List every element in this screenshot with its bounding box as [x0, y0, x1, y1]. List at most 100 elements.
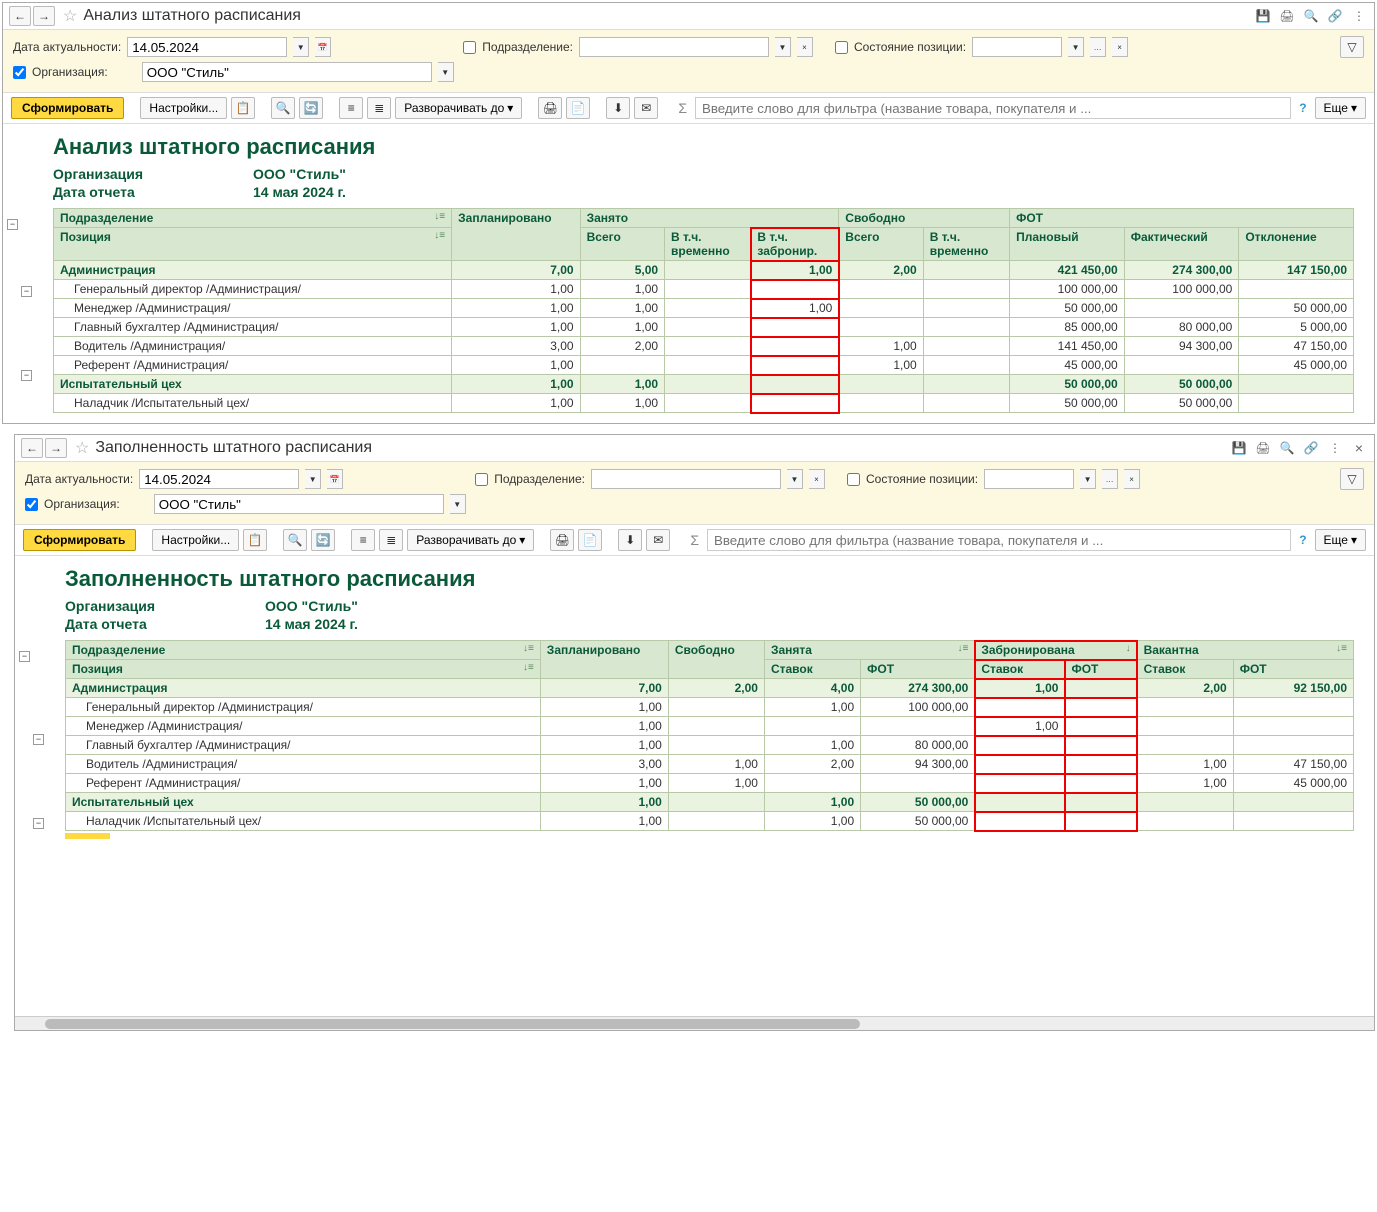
status-input[interactable]	[984, 469, 1074, 489]
outline-collapse-icon[interactable]: −	[7, 219, 18, 230]
table-row[interactable]: Референт /Администрация/1,001,0045 000,0…	[54, 356, 1354, 375]
table-row[interactable]: Референт /Администрация/1,001,001,0045 0…	[66, 774, 1354, 793]
col-position[interactable]: Позиция ↓≡	[66, 660, 541, 679]
save-icon[interactable]: 💾	[1230, 439, 1248, 457]
dept-checkbox[interactable]	[463, 41, 476, 54]
outline-collapse-icon[interactable]: −	[19, 651, 30, 662]
org-dropdown-icon[interactable]: ▼	[450, 494, 466, 514]
status-clear-icon[interactable]: ×	[1124, 469, 1140, 489]
status-dropdown-icon[interactable]: ▼	[1068, 37, 1084, 57]
col-busy[interactable]: Занято	[580, 209, 839, 228]
horizontal-scrollbar[interactable]	[15, 1016, 1374, 1030]
copy-settings-icon[interactable]: 📋	[231, 97, 255, 119]
outline-collapse-icon[interactable]: −	[33, 734, 44, 745]
table-row[interactable]: Генеральный директор /Администрация/1,00…	[54, 280, 1354, 299]
search-input[interactable]	[707, 529, 1291, 551]
expand-icon[interactable]: ≣	[367, 97, 391, 119]
outline-collapse-icon[interactable]: −	[21, 370, 32, 381]
expand-icon[interactable]: ≣	[379, 529, 403, 551]
dept-checkbox[interactable]	[475, 473, 488, 486]
preview-icon[interactable]: 🔍	[1302, 7, 1320, 25]
menu-icon[interactable]: ⋮	[1350, 7, 1368, 25]
col-vacant[interactable]: Вакантна ↓≡	[1137, 641, 1353, 660]
print-tb-icon[interactable]: 🖨	[550, 529, 574, 551]
status-checkbox[interactable]	[835, 41, 848, 54]
favorite-icon[interactable]: ☆	[75, 438, 89, 458]
status-checkbox[interactable]	[847, 473, 860, 486]
group-row[interactable]: Администрация7,005,001,002,00421 450,002…	[54, 261, 1354, 280]
collapse-icon[interactable]: ≡	[339, 97, 363, 119]
email-icon[interactable]: ✉	[646, 529, 670, 551]
table-row[interactable]: Менеджер /Администрация/1,001,001,0050 0…	[54, 299, 1354, 318]
settings-button[interactable]: Настройки...	[140, 97, 227, 119]
org-checkbox[interactable]	[13, 66, 26, 79]
calendar-icon[interactable]: 📅	[315, 37, 331, 57]
settings-button[interactable]: Настройки...	[152, 529, 239, 551]
nav-forward-button[interactable]: →	[33, 6, 55, 26]
generate-button[interactable]: Сформировать	[11, 97, 124, 119]
dept-clear-icon[interactable]: ×	[809, 469, 825, 489]
col-busy-total[interactable]: Всего	[580, 228, 664, 261]
collapse-icon[interactable]: ≡	[351, 529, 375, 551]
save-file-icon[interactable]: ⬇	[618, 529, 642, 551]
col-res-stakes[interactable]: Ставок	[975, 660, 1065, 679]
col-planned[interactable]: Запланировано	[540, 641, 668, 679]
outline-collapse-icon[interactable]: −	[33, 818, 44, 829]
org-input[interactable]	[142, 62, 432, 82]
help-icon[interactable]: ?	[1295, 101, 1310, 115]
col-department[interactable]: Подразделение ↓≡	[54, 209, 452, 228]
col-occ-fot[interactable]: ФОТ	[861, 660, 975, 679]
status-dropdown-icon[interactable]: ▼	[1080, 469, 1096, 489]
org-dropdown-icon[interactable]: ▼	[438, 62, 454, 82]
link-icon[interactable]: 🔗	[1326, 7, 1344, 25]
date-dropdown-icon[interactable]: ▼	[305, 469, 321, 489]
col-position[interactable]: Позиция ↓≡	[54, 228, 452, 261]
col-vac-fot[interactable]: ФОТ	[1233, 660, 1353, 679]
nav-back-button[interactable]: ←	[21, 438, 43, 458]
org-checkbox[interactable]	[25, 498, 38, 511]
col-busy-temp[interactable]: В т.ч. временно	[665, 228, 751, 261]
col-occ-stakes[interactable]: Ставок	[764, 660, 860, 679]
table-row[interactable]: Наладчик /Испытательный цех/1,001,0050 0…	[66, 812, 1354, 831]
menu-icon[interactable]: ⋮	[1326, 439, 1344, 457]
dept-dropdown-icon[interactable]: ▼	[787, 469, 803, 489]
zoom-in-icon[interactable]: 🔍	[283, 529, 307, 551]
group-row[interactable]: Испытательный цех1,001,0050 000,00	[66, 793, 1354, 812]
date-input[interactable]	[127, 37, 287, 57]
date-input[interactable]	[139, 469, 299, 489]
nav-forward-button[interactable]: →	[45, 438, 67, 458]
status-clear-icon[interactable]: ×	[1112, 37, 1128, 57]
copy-settings-icon[interactable]: 📋	[243, 529, 267, 551]
dept-clear-icon[interactable]: ×	[797, 37, 813, 57]
dept-input[interactable]	[591, 469, 781, 489]
status-more-icon[interactable]: …	[1102, 469, 1118, 489]
table-row[interactable]: Водитель /Администрация/3,001,002,0094 3…	[66, 755, 1354, 774]
table-row[interactable]: Главный бухгалтер /Администрация/1,001,0…	[54, 318, 1354, 337]
filter-icon[interactable]: ▽	[1340, 36, 1364, 58]
group-row[interactable]: Администрация7,002,004,00274 300,001,002…	[66, 679, 1354, 698]
close-icon[interactable]: ×	[1350, 439, 1368, 457]
nav-back-button[interactable]: ←	[9, 6, 31, 26]
dept-dropdown-icon[interactable]: ▼	[775, 37, 791, 57]
table-row[interactable]: Генеральный директор /Администрация/1,00…	[66, 698, 1354, 717]
table-row[interactable]: Наладчик /Испытательный цех/1,001,0050 0…	[54, 394, 1354, 413]
col-res-fot[interactable]: ФОТ	[1065, 660, 1137, 679]
print-tb-icon[interactable]: 🖨	[538, 97, 562, 119]
sigma-icon[interactable]: Σ	[674, 100, 691, 116]
col-free-temp[interactable]: В т.ч. временно	[923, 228, 1009, 261]
col-fot-fact[interactable]: Фактический	[1124, 228, 1239, 261]
org-input[interactable]	[154, 494, 444, 514]
outline-collapse-icon[interactable]: −	[21, 286, 32, 297]
save-file-icon[interactable]: ⬇	[606, 97, 630, 119]
status-more-icon[interactable]: …	[1090, 37, 1106, 57]
col-fot[interactable]: ФОТ	[1010, 209, 1354, 228]
preview-icon[interactable]: 🔍	[1278, 439, 1296, 457]
zoom-in-icon[interactable]: 🔍	[271, 97, 295, 119]
col-free[interactable]: Свободно	[839, 209, 1010, 228]
date-dropdown-icon[interactable]: ▼	[293, 37, 309, 57]
col-free[interactable]: Свободно	[668, 641, 764, 679]
col-department[interactable]: Подразделение ↓≡	[66, 641, 541, 660]
col-reserved[interactable]: Забронирована ↓	[975, 641, 1137, 660]
calendar-icon[interactable]: 📅	[327, 469, 343, 489]
col-occupied[interactable]: Занята ↓≡	[764, 641, 974, 660]
